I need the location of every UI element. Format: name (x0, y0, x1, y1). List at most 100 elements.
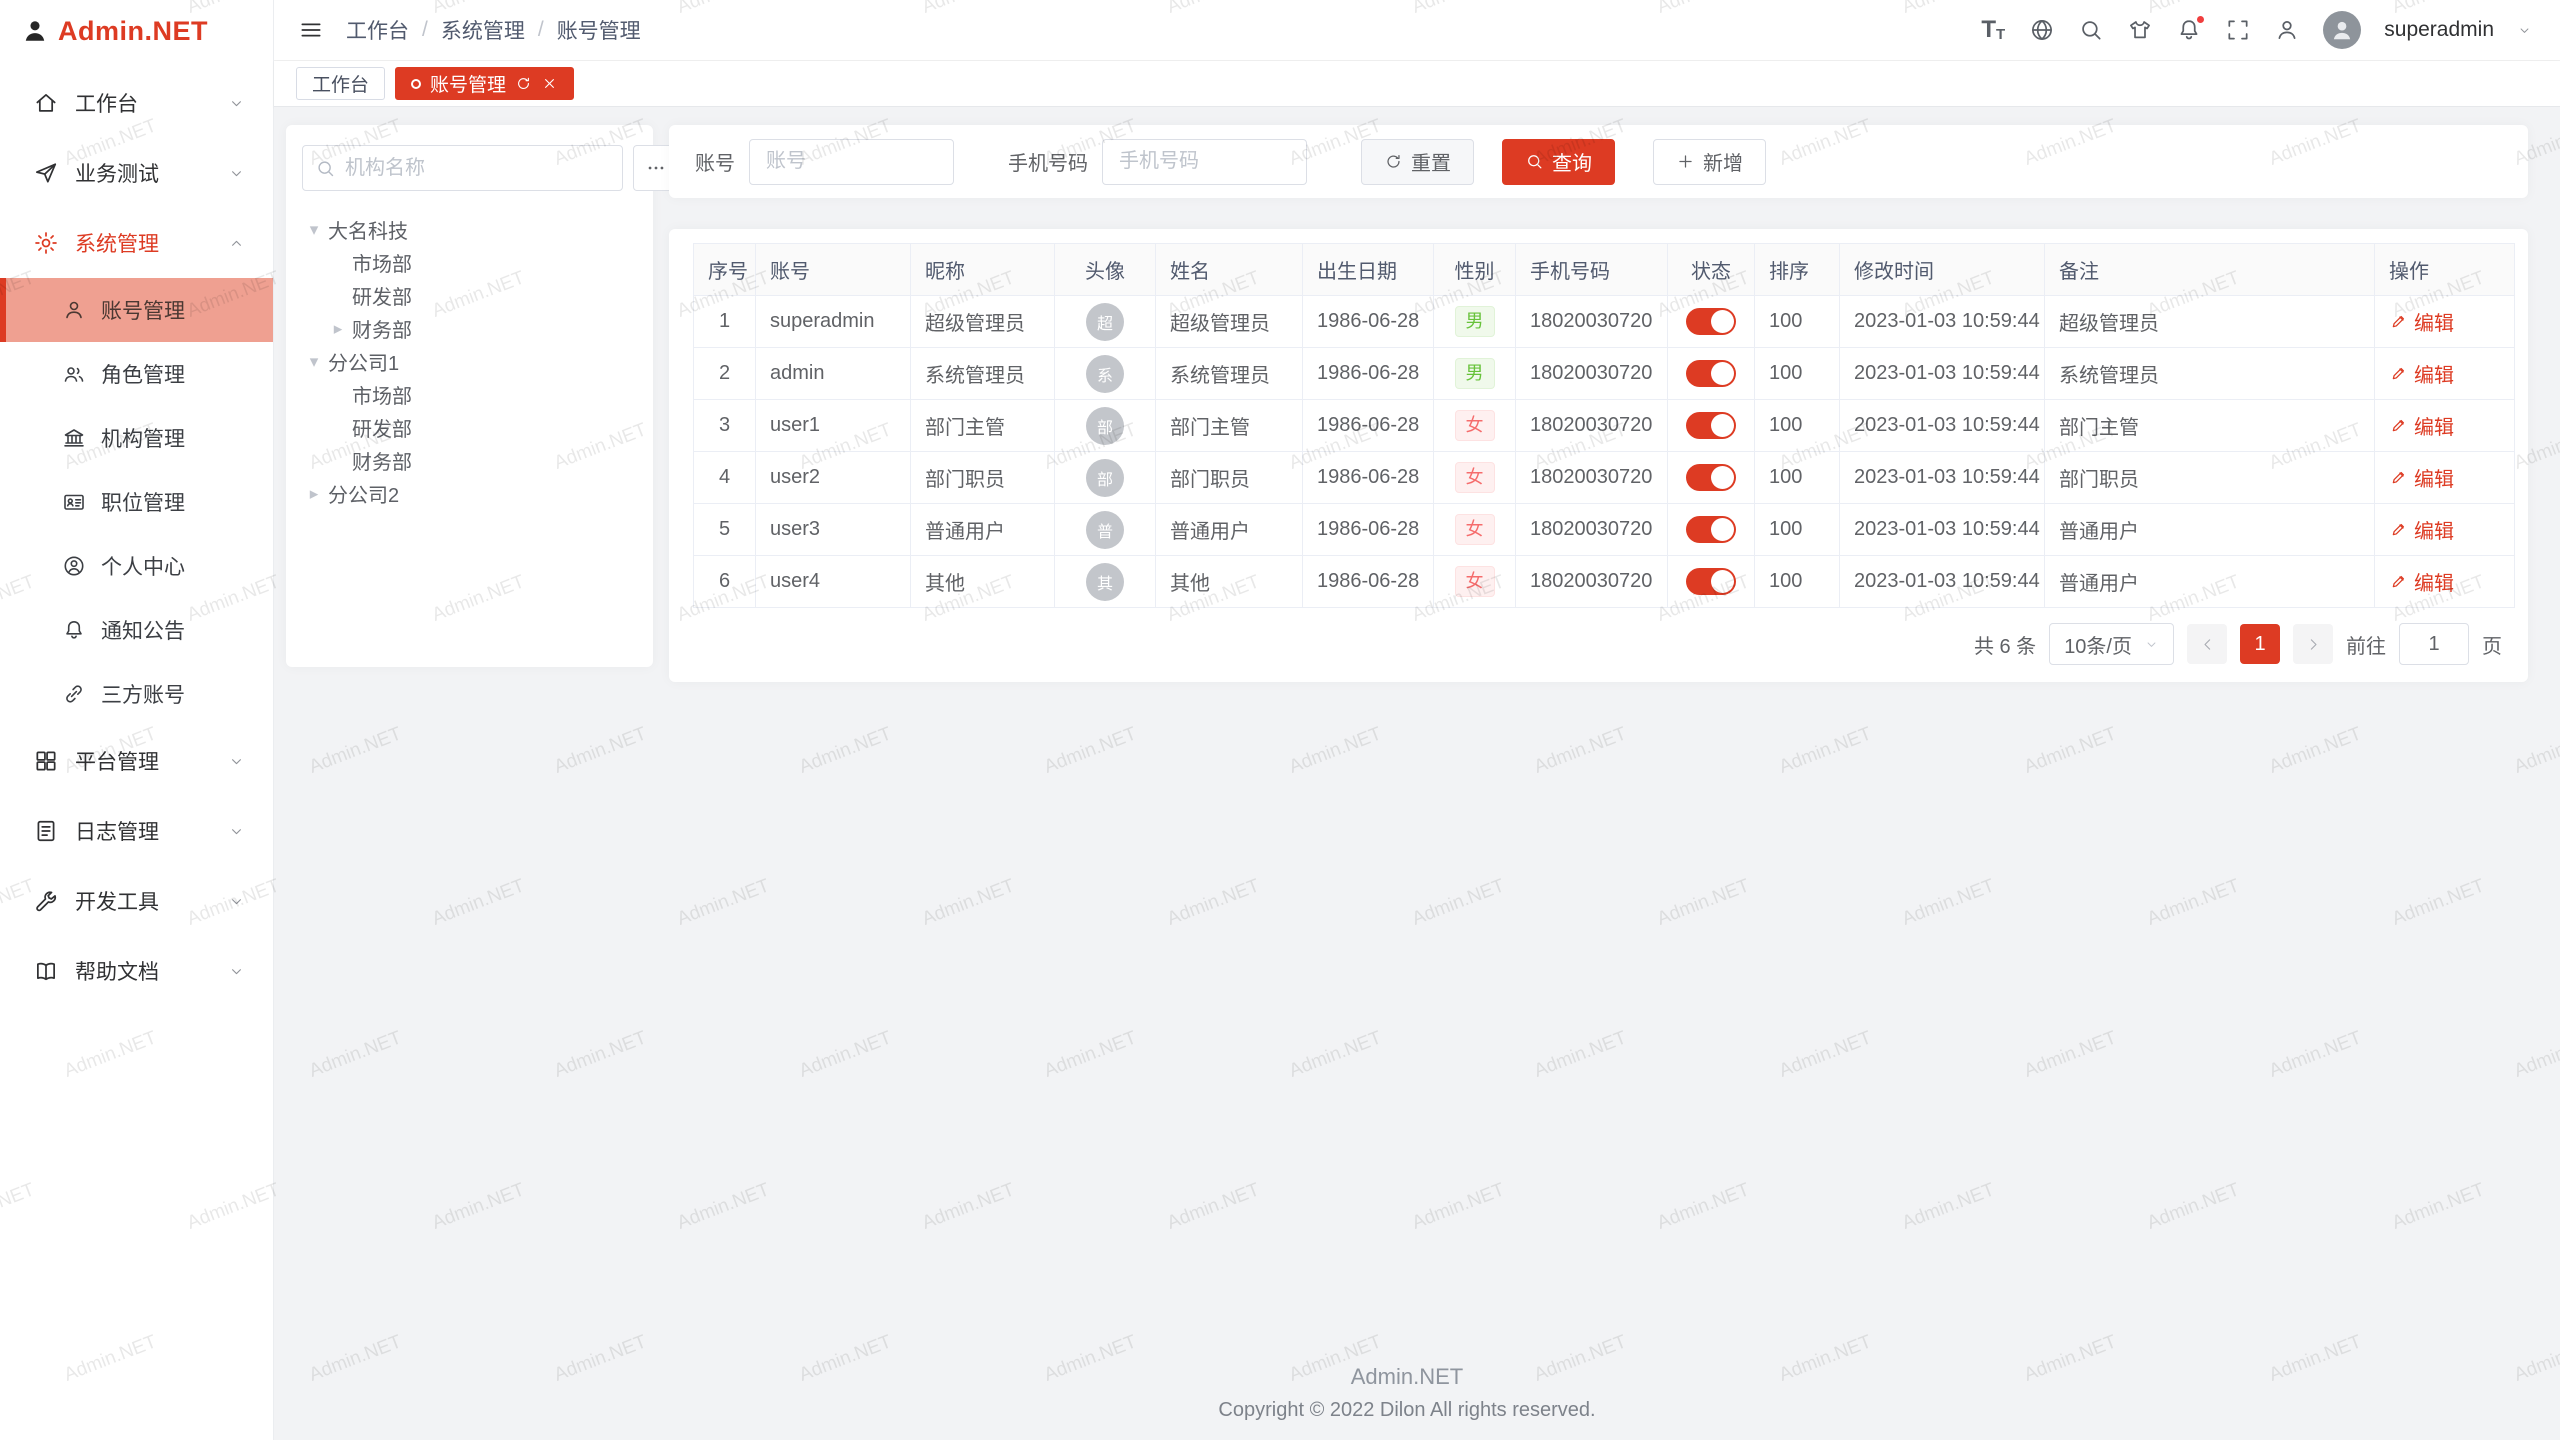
pagination-total: 共 6 条 (1974, 630, 2036, 659)
refresh-icon[interactable] (515, 75, 532, 92)
goto-page-input[interactable] (2399, 623, 2469, 665)
row-more-button[interactable] (2470, 414, 2494, 438)
tab-account-mgmt[interactable]: 账号管理 (395, 67, 574, 100)
tree-node[interactable]: ▸分公司2 (302, 477, 637, 510)
status-toggle[interactable] (1686, 516, 1736, 543)
tree-node[interactable]: ▾大名科技 (302, 213, 637, 246)
username[interactable]: superadmin (2384, 18, 2494, 42)
cell-phone: 18020030720 (1516, 504, 1668, 556)
tree-node-label: 分公司2 (326, 479, 399, 508)
cell-modified: 2023-01-03 10:59:44 (1840, 348, 2045, 400)
sidebar-item-dev-tools[interactable]: 开发工具 (0, 866, 273, 936)
edit-button[interactable]: 编辑 (2389, 463, 2454, 492)
tree-node-label: 分公司1 (326, 347, 399, 376)
row-more-button[interactable] (2470, 570, 2494, 594)
search-icon[interactable] (2078, 17, 2104, 43)
tree-node[interactable]: 市场部 (302, 378, 637, 411)
sidebar-item-workbench[interactable]: 工作台 (0, 68, 273, 138)
edit-button[interactable]: 编辑 (2389, 515, 2454, 544)
sidebar-item-third-party-account[interactable]: 三方账号 (0, 662, 273, 726)
profile-icon[interactable] (2274, 17, 2300, 43)
tree-node[interactable]: ▸财务部 (302, 312, 637, 345)
prev-page-button[interactable] (2187, 624, 2227, 664)
page-number-current[interactable]: 1 (2240, 624, 2280, 664)
caret-down-icon[interactable]: ▾ (302, 220, 326, 240)
tab-label: 工作台 (312, 70, 369, 97)
chevron-down-icon[interactable] (2517, 23, 2532, 38)
language-icon[interactable] (2029, 17, 2055, 43)
cell-avatar: 系 (1055, 348, 1156, 400)
tree-node[interactable]: 财务部 (302, 444, 637, 477)
status-toggle[interactable] (1686, 568, 1736, 595)
fullscreen-icon[interactable] (2225, 17, 2251, 43)
cell-status (1668, 504, 1755, 556)
toggle-knob (1711, 414, 1734, 437)
edit-button[interactable]: 编辑 (2389, 411, 2454, 440)
notification-icon[interactable] (2176, 17, 2202, 43)
edit-button[interactable]: 编辑 (2389, 359, 2454, 388)
status-toggle[interactable] (1686, 464, 1736, 491)
caret-right-icon[interactable]: ▸ (326, 319, 350, 339)
sidebar-item-notice[interactable]: 通知公告 (0, 598, 273, 662)
sidebar-item-help-docs[interactable]: 帮助文档 (0, 936, 273, 1006)
cell-name: 其他 (1156, 556, 1303, 608)
next-page-button[interactable] (2293, 624, 2333, 664)
accounts-table: 序号账号昵称头像姓名出生日期性别手机号码状态排序修改时间备注操作 1supera… (693, 243, 2515, 608)
tree-node[interactable]: 研发部 (302, 279, 637, 312)
edit-button[interactable]: 编辑 (2389, 567, 2454, 596)
row-more-button[interactable] (2470, 310, 2494, 334)
page-size-select[interactable]: 10条/页 (2049, 623, 2174, 665)
tree-node[interactable]: 研发部 (302, 411, 637, 444)
sidebar-item-business-test[interactable]: 业务测试 (0, 138, 273, 208)
tree-node[interactable]: ▾分公司1 (302, 345, 637, 378)
hamburger-icon[interactable] (298, 17, 324, 43)
sidebar-item-platform-mgmt[interactable]: 平台管理 (0, 726, 273, 796)
cell-birthdate: 1986-06-28 (1303, 504, 1434, 556)
sidebar-item-position-mgmt[interactable]: 职位管理 (0, 470, 273, 534)
sidebar-item-role-mgmt[interactable]: 角色管理 (0, 342, 273, 406)
row-more-button[interactable] (2470, 518, 2494, 542)
chevron-down-icon (228, 963, 245, 980)
role-icon (62, 362, 86, 386)
org-search-input[interactable] (345, 157, 610, 180)
reset-button[interactable]: 重置 (1361, 139, 1474, 185)
cell-modified: 2023-01-03 10:59:44 (1840, 556, 2045, 608)
user-avatar[interactable] (2323, 11, 2361, 49)
row-more-button[interactable] (2470, 362, 2494, 386)
breadcrumb-item[interactable]: 账号管理 (557, 15, 641, 45)
account-input[interactable] (749, 139, 954, 185)
sidebar-item-system-mgmt[interactable]: 系统管理 (0, 208, 273, 278)
column-header: 昵称 (911, 244, 1055, 296)
sidebar-item-org-mgmt[interactable]: 机构管理 (0, 406, 273, 470)
tree-node[interactable]: 市场部 (302, 246, 637, 279)
sidebar-item-account-mgmt[interactable]: 账号管理 (0, 278, 273, 342)
tab-workbench[interactable]: 工作台 (296, 67, 385, 100)
add-button[interactable]: 新增 (1653, 139, 1766, 185)
search-button[interactable]: 查询 (1502, 139, 1615, 185)
cell-sort: 100 (1755, 452, 1840, 504)
edit-button[interactable]: 编辑 (2389, 307, 2454, 336)
row-more-button[interactable] (2470, 466, 2494, 490)
sidebar-item-label: 通知公告 (101, 615, 185, 645)
theme-icon[interactable] (2127, 17, 2153, 43)
cell-gender: 女 (1434, 556, 1516, 608)
status-toggle[interactable] (1686, 308, 1736, 335)
font-size-icon[interactable]: TT (1980, 17, 2006, 43)
avatar: 普 (1086, 511, 1124, 549)
sidebar-item-label: 个人中心 (101, 551, 185, 581)
caret-down-icon[interactable]: ▾ (302, 352, 326, 372)
caret-right-icon[interactable]: ▸ (302, 484, 326, 504)
org-search (302, 145, 623, 191)
status-toggle[interactable] (1686, 412, 1736, 439)
cell-gender: 男 (1434, 348, 1516, 400)
sidebar-item-personal-center[interactable]: 个人中心 (0, 534, 273, 598)
phone-input[interactable] (1102, 139, 1307, 185)
search-icon (315, 158, 336, 179)
breadcrumb-item[interactable]: 工作台 (346, 15, 409, 45)
breadcrumb-item[interactable]: 系统管理 (441, 15, 525, 45)
sidebar-item-log-mgmt[interactable]: 日志管理 (0, 796, 273, 866)
close-icon[interactable] (541, 75, 558, 92)
avatar: 超 (1086, 303, 1124, 341)
cell-nickname: 系统管理员 (911, 348, 1055, 400)
status-toggle[interactable] (1686, 360, 1736, 387)
